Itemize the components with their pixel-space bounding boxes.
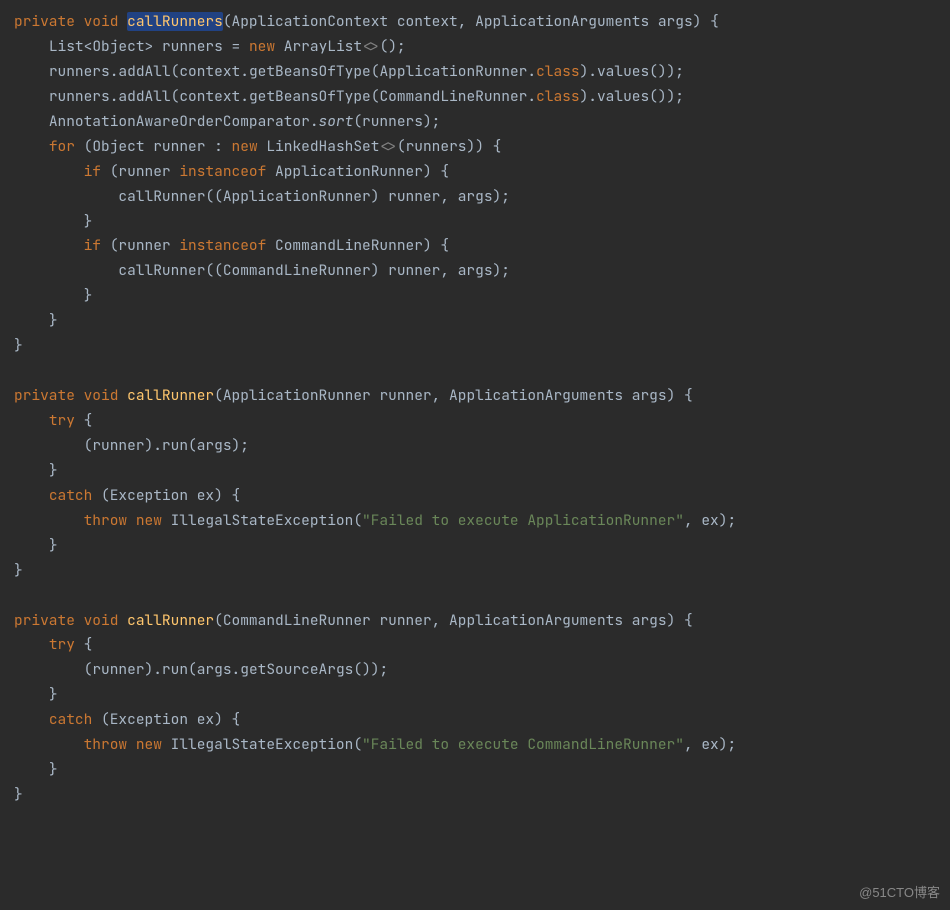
param-args: args xyxy=(658,12,693,31)
var-runners: runners xyxy=(162,37,223,56)
method-callRunner-cmd: callRunner xyxy=(127,611,214,630)
keyword-private: private xyxy=(14,12,75,31)
string-literal-2: "Failed to execute CommandLineRunner" xyxy=(362,735,684,754)
var-ex: ex xyxy=(197,486,214,505)
call-run: run xyxy=(162,436,188,455)
type-ApplicationContext: ApplicationContext xyxy=(232,12,389,31)
call-addAll: addAll xyxy=(118,62,170,81)
var-runner: runner xyxy=(153,137,205,156)
method-callRunners[interactable]: callRunners xyxy=(127,12,223,31)
method-callRunner-app: callRunner xyxy=(127,386,214,405)
call-sort: sort xyxy=(319,112,354,131)
call-callRunner: callRunner xyxy=(118,187,205,206)
keyword-if: if xyxy=(84,162,101,181)
keyword-catch: catch xyxy=(49,486,93,505)
type-ArrayList: ArrayList xyxy=(284,37,362,56)
type-List: List xyxy=(49,37,84,56)
call-getSourceArgs: getSourceArgs xyxy=(240,660,353,679)
keyword-void: void xyxy=(84,12,119,31)
keyword-throw: throw xyxy=(84,511,128,530)
string-literal-1: "Failed to execute ApplicationRunner" xyxy=(362,511,684,530)
code-editor[interactable]: private void callRunners(ApplicationCont… xyxy=(0,0,950,818)
type-ApplicationArguments: ApplicationArguments xyxy=(475,12,649,31)
keyword-for: for xyxy=(49,137,75,156)
call-getBeansOfType: getBeansOfType xyxy=(249,62,371,81)
keyword-instanceof: instanceof xyxy=(179,162,266,181)
type-comparator: AnnotationAwareOrderComparator xyxy=(49,112,310,131)
watermark-text: @51CTO博客 xyxy=(859,882,940,904)
keyword-try: try xyxy=(49,411,75,430)
param-context: context xyxy=(397,12,458,31)
keyword-class: class xyxy=(536,62,580,81)
